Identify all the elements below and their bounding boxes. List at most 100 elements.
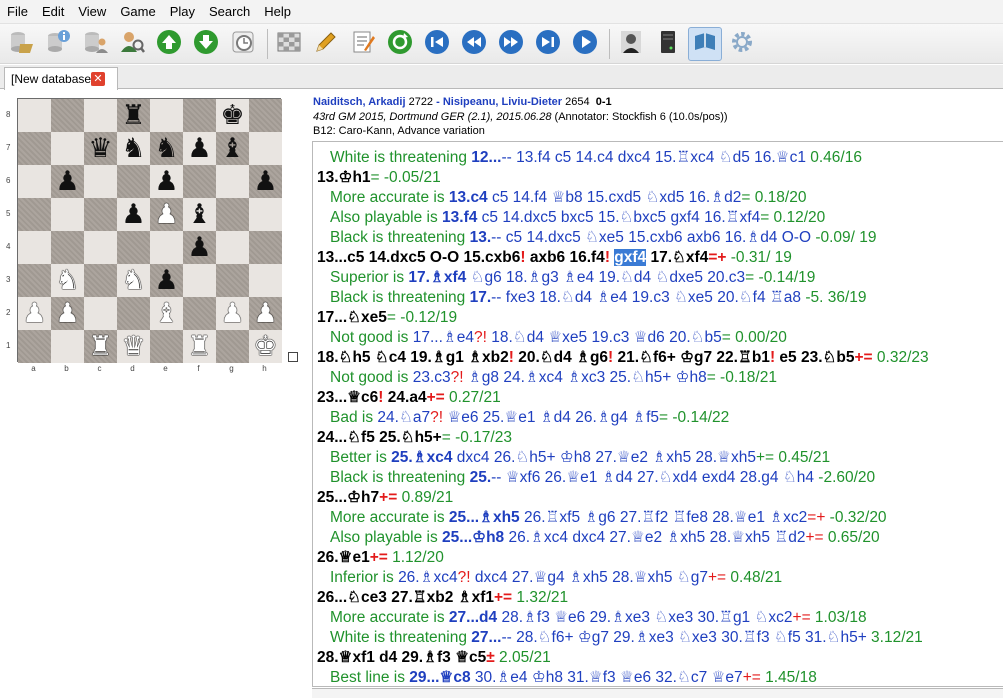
square-g1[interactable] [216, 330, 249, 363]
square-h2[interactable]: ♟ [249, 297, 282, 330]
notation-text[interactable]: 26.♗xc4 dxc4 27.♕e2 ♗xh5 28.♕xh5 ♖d2 [504, 529, 805, 546]
black-rook-icon[interactable]: ♜ [121, 102, 145, 129]
menu-item-file[interactable]: File [0, 0, 35, 24]
main-line-moves[interactable]: 13.♔h1= -0.05/21 [317, 168, 441, 188]
white-pawn-icon[interactable]: ♟ [253, 300, 277, 327]
open-database-button[interactable] [4, 27, 38, 61]
engine-variation[interactable]: White is threatening 12...-- 13.f4 c5 14… [330, 148, 862, 168]
engine-variation[interactable]: More accurate is 25...♗xh5 26.♖xf5 ♗g6 2… [330, 508, 887, 528]
notation-text[interactable]: 13. [470, 229, 492, 246]
engine-variation[interactable]: Black is threatening 17.-- fxe3 18.♘d4 ♗… [330, 288, 867, 308]
square-c1[interactable]: ♜ [84, 330, 117, 363]
black-knight-icon[interactable]: ♞ [154, 135, 178, 162]
square-f5[interactable]: ♝ [183, 198, 216, 231]
notation-text[interactable]: 25...♔h8 [442, 529, 504, 546]
white-pawn-icon[interactable]: ♟ [55, 300, 79, 327]
notation-text[interactable]: 18.♘d4 ♕xe5 19.c3 ♕d6 20.♘b5 [487, 329, 722, 346]
black-pawn-icon[interactable]: ♟ [121, 201, 145, 228]
white-rook-icon[interactable]: ♜ [187, 333, 211, 360]
notation-text[interactable]: c5 14.f4 ♕b8 15.cxd5 ♘xd5 16.♗d2 [488, 189, 741, 206]
square-h7[interactable] [249, 132, 282, 165]
square-f4[interactable]: ♟ [183, 231, 216, 264]
selected-move[interactable]: gxf4 [614, 249, 647, 266]
play-button[interactable] [568, 27, 602, 61]
arrow-up-button[interactable] [152, 27, 186, 61]
square-b7[interactable] [51, 132, 84, 165]
square-a2[interactable]: ♟ [18, 297, 51, 330]
notation-text[interactable]: 28.♗f3 ♕e6 29.♗xe3 ♘xe3 30.♖g1 ♘xc2 [497, 609, 792, 626]
notation-text[interactable]: 23.c3 [413, 369, 451, 386]
square-d6[interactable] [117, 165, 150, 198]
chess-board[interactable]: ♜ ♚ ♛ ♞ ♞ ♟ ♝ ♟ ♟ ♟ ♟ ♟ ♝ ♟ ♞ ♞ ♟ ♟ ♟ ♝ ♟ ♟ ♜ ♛ ♜ ♚ [17, 98, 282, 363]
notation-pane[interactable]: White is threatening 12...-- 13.f4 c5 14… [312, 141, 1003, 687]
black-pawn-icon[interactable]: ♟ [154, 168, 178, 195]
engine-variation[interactable]: Best line is 29...♕c8 30.♗e4 ♔h8 31.♕f3 … [330, 668, 817, 686]
square-e6[interactable]: ♟ [150, 165, 183, 198]
square-b5[interactable] [51, 198, 84, 231]
square-a8[interactable] [18, 99, 51, 132]
pencil-button[interactable] [309, 27, 343, 61]
square-e1[interactable] [150, 330, 183, 363]
square-f6[interactable] [183, 165, 216, 198]
square-b4[interactable] [51, 231, 84, 264]
main-line-moves[interactable]: 18.♘h5 ♘c4 19.♗g1 ♗xb2! 20.♘d4 ♗g6! 21.♘… [317, 348, 929, 368]
square-e7[interactable]: ♞ [150, 132, 183, 165]
notation-text[interactable]: 26.♗xc4 [398, 569, 458, 586]
notation-text[interactable]: 12... [471, 149, 501, 166]
notation-text[interactable]: 26.♖xf5 ♗g6 27.♖f2 ♖fe8 28.♕e1 ♗xc2 [520, 509, 807, 526]
menu-item-view[interactable]: View [71, 0, 113, 24]
square-g7[interactable]: ♝ [216, 132, 249, 165]
menu-item-edit[interactable]: Edit [35, 0, 71, 24]
notation-text[interactable]: ♕e6 25.♕e1 ♗d4 26.♗g4 ♗f5 [443, 409, 659, 426]
square-e5[interactable]: ♟ [150, 198, 183, 231]
engine-variation[interactable]: Superior is 17.♗xf4 ♘g6 18.♗g3 ♗e4 19.♘d… [330, 268, 815, 288]
database-users-button[interactable] [78, 27, 112, 61]
white-player[interactable]: Naiditsch, Arkadij [313, 96, 406, 108]
notation-text[interactable]: -- 13.f4 c5 14.c4 dxc4 15.♖xc4 ♘d5 16.♕c… [501, 149, 805, 166]
square-d1[interactable]: ♛ [117, 330, 150, 363]
square-f1[interactable]: ♜ [183, 330, 216, 363]
engine-variation[interactable]: Black is threatening 13.-- c5 14.dxc5 ♘x… [330, 228, 877, 248]
notation-text[interactable]: 13.c4 [449, 189, 488, 206]
square-d2[interactable] [117, 297, 150, 330]
square-h4[interactable] [249, 231, 282, 264]
square-h3[interactable] [249, 264, 282, 297]
menu-item-game[interactable]: Game [113, 0, 162, 24]
square-e3[interactable]: ♟ [150, 264, 183, 297]
notation-text[interactable]: 17. [470, 289, 492, 306]
square-h5[interactable] [249, 198, 282, 231]
square-c2[interactable] [84, 297, 117, 330]
notation-text[interactable]: dxc4 27.♕g4 ♗xh5 28.♕xh5 ♘g7 [471, 569, 708, 586]
menu-item-search[interactable]: Search [202, 0, 257, 24]
square-a1[interactable] [18, 330, 51, 363]
main-line-moves[interactable]: 28.♕xf1 d4 29.♗f3 ♕c5± 2.05/21 [317, 648, 551, 668]
first-move-button[interactable] [420, 27, 454, 61]
notation-text[interactable]: dxc4 26.♘h5+ ♔h8 27.♕e2 ♗xh5 28.♕xh5 [452, 449, 756, 466]
square-h6[interactable]: ♟ [249, 165, 282, 198]
notation-text[interactable]: 24.♘a7 [377, 409, 430, 426]
square-c5[interactable] [84, 198, 117, 231]
notation-text[interactable]: 27... [471, 629, 501, 646]
notation-text[interactable]: -- c5 14.dxc5 ♘xe5 15.cxb6 axb6 16.♗d4 O… [491, 229, 811, 246]
notation-text[interactable]: c5 14.dxc5 bxc5 15.♘bxc5 gxf4 16.♖xf4 [477, 209, 761, 226]
engine-variation[interactable]: More accurate is 13.c4 c5 14.f4 ♕b8 15.c… [330, 188, 806, 208]
black-pawn-icon[interactable]: ♟ [55, 168, 79, 195]
square-e2[interactable]: ♝ [150, 297, 183, 330]
notation-text[interactable]: -- fxe3 18.♘d4 ♗e4 19.c3 ♘xe5 20.♘f4 ♖a8 [491, 289, 801, 306]
square-d7[interactable]: ♞ [117, 132, 150, 165]
main-line-moves[interactable]: 13...c5 14.dxc5 O-O 15.cxb6! axb6 16.f4!… [317, 248, 792, 268]
black-king-icon[interactable]: ♚ [220, 102, 244, 129]
square-g6[interactable] [216, 165, 249, 198]
engine-variation[interactable]: Black is threatening 25.-- ♕xf6 26.♕e1 ♗… [330, 468, 875, 488]
black-pawn-icon[interactable]: ♟ [187, 135, 211, 162]
square-d5[interactable]: ♟ [117, 198, 150, 231]
previous-move-button[interactable] [457, 27, 491, 61]
engine-variation[interactable]: White is threatening 27...-- 28.♘f6+ ♔g7… [330, 628, 923, 648]
engine-variation[interactable]: Also playable is 25...♔h8 26.♗xc4 dxc4 2… [330, 528, 880, 548]
square-g4[interactable] [216, 231, 249, 264]
white-pawn-icon[interactable]: ♟ [22, 300, 46, 327]
arrow-down-button[interactable] [189, 27, 223, 61]
black-queen-icon[interactable]: ♛ [88, 135, 112, 162]
white-rook-icon[interactable]: ♜ [88, 333, 112, 360]
white-pawn-icon[interactable]: ♟ [220, 300, 244, 327]
